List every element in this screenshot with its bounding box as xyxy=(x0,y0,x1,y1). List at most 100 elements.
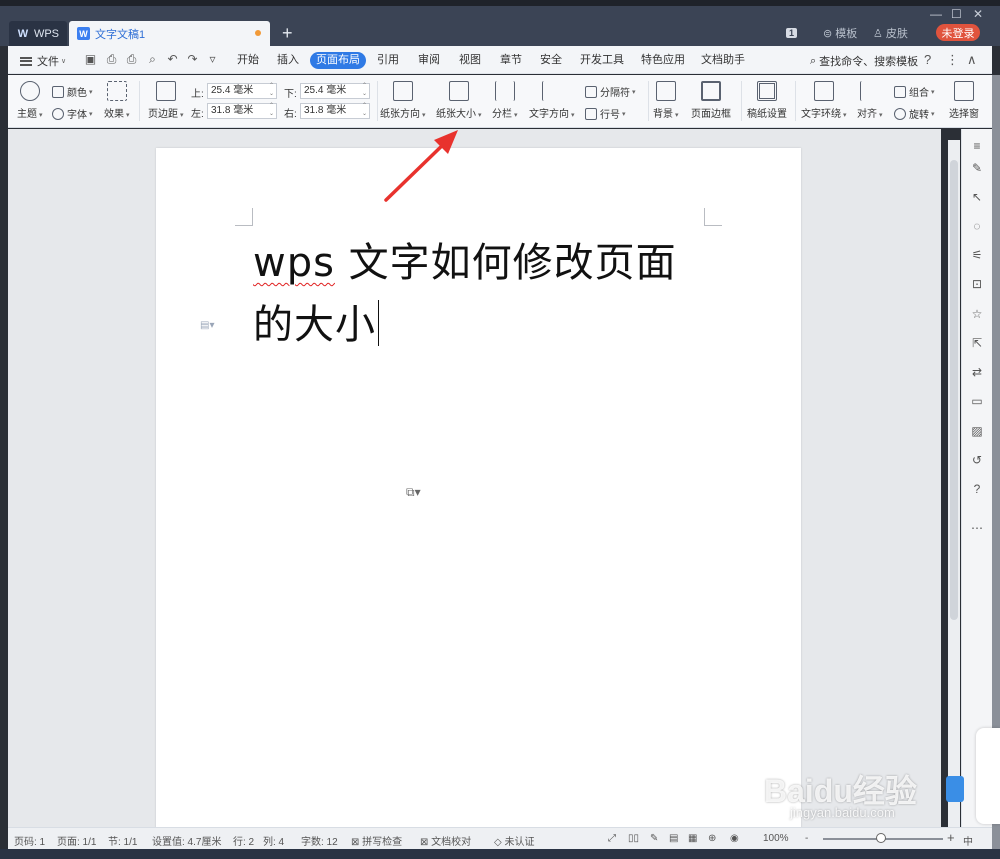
command-search[interactable]: ⌕ 查找命令、搜索模板 xyxy=(810,53,918,69)
section-status[interactable]: 节: 1/1 xyxy=(108,833,137,848)
eye-protection-icon[interactable]: ◉ xyxy=(730,833,739,844)
scrollbar-thumb[interactable] xyxy=(950,160,958,620)
text-wrap-button[interactable]: 文字环绕 ▾ xyxy=(801,81,847,120)
ime-indicator[interactable]: 中 xyxy=(963,833,973,848)
group-button[interactable]: 组合 ▾ xyxy=(894,84,935,99)
new-tab-button[interactable]: + xyxy=(282,23,293,43)
document-body-text[interactable]: wps 文字如何修改页面 的大小 xyxy=(253,232,723,356)
pointer-icon[interactable]: ↖ xyxy=(970,190,984,204)
undo-icon[interactable]: ↶ xyxy=(166,53,179,66)
margins-button[interactable]: 页边距 ▾ xyxy=(148,81,184,120)
more-options-icon[interactable]: ⋮ xyxy=(946,52,959,68)
more-icon[interactable]: ⋯ xyxy=(970,521,984,535)
redo-icon[interactable]: ↷ xyxy=(186,53,199,66)
menu-home[interactable]: 开始 xyxy=(231,52,265,69)
menu-developer[interactable]: 开发工具 xyxy=(574,52,630,69)
reading-view-icon[interactable]: ▯▯ xyxy=(628,833,639,844)
fullscreen-icon[interactable]: ⤢ xyxy=(608,833,616,844)
align-button[interactable]: 对齐 ▾ xyxy=(857,81,883,120)
columns-button[interactable]: 分栏 ▾ xyxy=(492,81,518,120)
row-status[interactable]: 行: 2 xyxy=(233,833,254,848)
share-icon[interactable]: ⇱ xyxy=(970,336,984,350)
page-size-button[interactable]: 纸张大小 ▾ xyxy=(436,81,482,120)
right-margin-field[interactable]: 31.8 毫米 xyxy=(300,102,370,119)
orientation-button[interactable]: 纸张方向 ▾ xyxy=(380,81,426,120)
archive-icon[interactable]: ▭ xyxy=(970,394,984,408)
login-button[interactable]: 未登录 xyxy=(936,24,980,41)
paste-options-icon[interactable]: ⧉▾ xyxy=(406,485,421,500)
collapse-ribbon-icon[interactable]: ∧ xyxy=(967,52,977,68)
floating-blue-button[interactable] xyxy=(946,776,964,802)
rotate-button[interactable]: 旋转 ▾ xyxy=(894,106,935,121)
tab-wps-home[interactable]: W WPS xyxy=(9,21,67,46)
bottom-margin-field[interactable]: 25.4 毫米 xyxy=(300,82,370,99)
history-icon[interactable]: ↺ xyxy=(970,453,984,467)
zoom-level[interactable]: 100% xyxy=(763,833,789,844)
save-icon[interactable]: ▣ xyxy=(84,53,97,66)
left-margin-field[interactable]: 31.8 毫米 xyxy=(207,102,277,119)
paragraph-handle-icon[interactable]: ▤▾ xyxy=(200,320,214,331)
document-page[interactable]: wps 文字如何修改页面 的大小 xyxy=(156,148,801,830)
theme-button[interactable]: 主题 ▾ xyxy=(17,81,43,120)
menu-view[interactable]: 视图 xyxy=(453,52,487,69)
menu-special-apps[interactable]: 特色应用 xyxy=(635,52,691,69)
background-button[interactable]: 背景 ▾ xyxy=(653,81,679,120)
zoom-in-button[interactable]: + xyxy=(947,830,955,845)
minimize-icon[interactable]: — xyxy=(930,7,942,21)
selection-pane-button[interactable]: 选择窗 xyxy=(949,81,979,120)
print-preview-icon[interactable]: ⌕ xyxy=(146,53,159,66)
document-workspace[interactable]: wps 文字如何修改页面 的大小 ▤▾ ⧉▾ xyxy=(8,129,941,830)
tab-document[interactable]: W 文字文稿1 xyxy=(69,21,270,46)
menu-references[interactable]: 引用 xyxy=(371,52,405,69)
customize-quickbar-icon[interactable]: ▿ xyxy=(206,53,219,66)
word-count-status[interactable]: 字数: 12 xyxy=(301,833,338,848)
settings-sliders-icon[interactable]: ⚟ xyxy=(970,248,984,262)
page-border-button[interactable]: 页面边框 xyxy=(691,81,731,120)
line-numbers-button[interactable]: 行号 ▾ xyxy=(585,106,626,121)
shapes-icon[interactable]: ◌ xyxy=(970,219,984,233)
file-menu[interactable]: 文件 ∨ xyxy=(20,53,66,69)
position-status[interactable]: 设置值: 4.7厘米 xyxy=(152,833,221,848)
drag-handle-icon[interactable]: ≡ xyxy=(970,139,984,153)
manuscript-settings-button[interactable]: 稿纸设置 xyxy=(747,81,787,120)
translate-icon[interactable]: ⇄ xyxy=(970,365,984,379)
pages-status[interactable]: 页面: 1/1 xyxy=(57,833,96,848)
menu-doc-assistant[interactable]: 文档助手 xyxy=(695,52,751,69)
image-search-icon[interactable]: ⊡ xyxy=(970,277,984,291)
picture-icon[interactable]: ▨ xyxy=(970,424,984,438)
effects-button[interactable]: 效果 ▾ xyxy=(104,81,130,120)
web-view-icon[interactable]: ⊕ xyxy=(708,833,716,844)
zoom-out-button[interactable]: - xyxy=(805,833,808,844)
top-margin-field[interactable]: 25.4 毫米 xyxy=(207,82,277,99)
certification-status[interactable]: ◇ 未认证 xyxy=(494,833,534,848)
window-count-badge[interactable]: 1 xyxy=(786,25,798,41)
help-icon[interactable]: ? xyxy=(924,52,931,67)
outline-view-icon[interactable]: ▦ xyxy=(688,833,697,844)
misspelled-word[interactable]: wps xyxy=(253,240,335,286)
pen-mode-icon[interactable]: ✎ xyxy=(650,833,658,844)
spell-check-button[interactable]: ⊠ 拼写检查 xyxy=(351,833,402,848)
skin-button[interactable]: ♙ 皮肤 xyxy=(873,25,908,41)
maximize-icon[interactable]: ☐ xyxy=(951,7,962,21)
page-view-icon[interactable]: ▤ xyxy=(669,833,678,844)
export-pdf-icon[interactable]: ⎙ xyxy=(105,53,118,66)
print-icon[interactable]: ⎙ xyxy=(125,53,138,66)
menu-security[interactable]: 安全 xyxy=(534,52,568,69)
doc-proofread-button[interactable]: ⊠ 文档校对 xyxy=(420,833,471,848)
menu-chapter[interactable]: 章节 xyxy=(494,52,528,69)
colors-button[interactable]: 颜色 ▾ xyxy=(52,84,93,99)
star-icon[interactable]: ☆ xyxy=(970,307,984,321)
template-button[interactable]: ⊜ 模板 xyxy=(823,25,857,41)
fonts-button[interactable]: 字体 ▾ xyxy=(52,106,93,121)
menu-review[interactable]: 审阅 xyxy=(412,52,446,69)
text-direction-button[interactable]: 文字方向 ▾ xyxy=(529,81,575,120)
close-window-icon[interactable]: ✕ xyxy=(973,7,983,21)
help-circle-icon[interactable]: ? xyxy=(970,482,984,496)
zoom-slider-handle[interactable] xyxy=(876,833,886,843)
menu-insert[interactable]: 插入 xyxy=(271,52,305,69)
page-number-status[interactable]: 页码: 1 xyxy=(14,833,45,848)
vertical-scrollbar[interactable] xyxy=(948,140,960,827)
pen-icon[interactable]: ✎ xyxy=(970,161,984,175)
breaks-button[interactable]: 分隔符 ▾ xyxy=(585,84,636,99)
column-status[interactable]: 列: 4 xyxy=(263,833,284,848)
